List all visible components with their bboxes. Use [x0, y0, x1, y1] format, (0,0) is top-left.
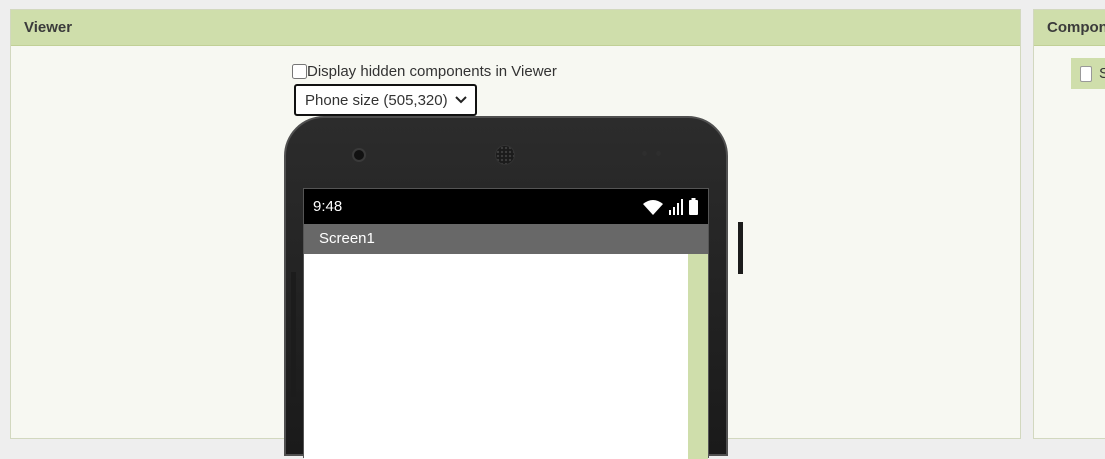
volume-button [738, 222, 743, 274]
phone-screen: 9:48 Screen1 [303, 188, 709, 459]
signal-icon [669, 198, 683, 215]
display-hidden-checkbox[interactable] [292, 64, 307, 79]
wifi-icon [643, 199, 663, 215]
tree-item-screen1[interactable]: S [1071, 58, 1105, 89]
components-panel: Compon S [1033, 9, 1105, 439]
camera-icon [352, 148, 366, 162]
display-hidden-toggle[interactable]: Display hidden components in Viewer [292, 63, 557, 80]
status-time: 9:48 [313, 198, 343, 215]
components-header: Compon [1034, 10, 1105, 46]
sensor-icon [656, 151, 661, 156]
status-bar: 9:48 [304, 189, 708, 224]
display-hidden-label: Display hidden components in Viewer [307, 63, 557, 80]
screen-title-bar: Screen1 [304, 224, 708, 254]
screen-icon [1080, 65, 1092, 82]
sensor-icon [642, 151, 647, 156]
chevron-down-icon [455, 96, 467, 104]
phone-size-selected: Phone size (505,320) [305, 91, 448, 109]
viewer-header: Viewer [11, 10, 1020, 46]
tree-item-label: S [1099, 65, 1105, 82]
power-button [291, 272, 296, 397]
phone-frame: 9:48 Screen1 [284, 116, 728, 459]
phone-size-select[interactable]: Phone size (505,320) [294, 84, 477, 116]
battery-icon [689, 198, 698, 215]
speaker-icon [495, 145, 515, 165]
screen-scroll-strip [688, 254, 708, 459]
screen-canvas[interactable] [304, 254, 708, 459]
